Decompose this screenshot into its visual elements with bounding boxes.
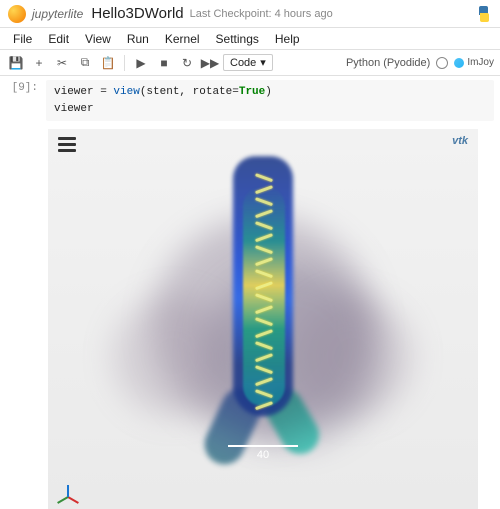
- notebook-header: jupyterlite Hello3DWorld Last Checkpoint…: [0, 0, 500, 28]
- itk-viewer[interactable]: vtk 40: [48, 129, 478, 509]
- imjoy-badge[interactable]: ImJoy: [454, 57, 494, 68]
- copy-button[interactable]: ⧉: [75, 53, 95, 73]
- cut-icon: ✂: [57, 56, 67, 70]
- paste-icon: 📋: [101, 56, 116, 70]
- brand-text: jupyterlite: [32, 7, 83, 21]
- cell-type-label: Code: [230, 57, 256, 69]
- cell-type-select[interactable]: Code ▾: [223, 54, 273, 71]
- copy-icon: ⧉: [81, 55, 90, 70]
- checkpoint-text: Last Checkpoint: 4 hours ago: [190, 8, 333, 20]
- menu-kernel[interactable]: Kernel: [158, 30, 207, 48]
- jupyter-logo-icon: [8, 5, 26, 23]
- imjoy-icon: [454, 58, 464, 68]
- python-icon: [476, 6, 492, 22]
- orientation-axes[interactable]: [54, 477, 80, 503]
- axis-y-icon: [57, 496, 68, 504]
- scale-bar: 40: [228, 445, 298, 461]
- scale-bar-line: [228, 445, 298, 447]
- axis-z-icon: [67, 485, 69, 497]
- stop-icon: ■: [160, 56, 167, 70]
- kernel-name[interactable]: Python (Pyodide): [346, 57, 430, 69]
- menu-bar: File Edit View Run Kernel Settings Help: [0, 28, 500, 50]
- chevron-down-icon: ▾: [260, 56, 266, 69]
- cell-prompt: [9]:: [6, 80, 46, 121]
- menu-settings[interactable]: Settings: [209, 30, 266, 48]
- menu-edit[interactable]: Edit: [41, 30, 76, 48]
- toolbar-separator: [124, 55, 125, 71]
- fast-forward-icon: ▶▶: [201, 56, 219, 70]
- run-button[interactable]: ▶: [131, 53, 151, 73]
- restart-button[interactable]: ↻: [177, 53, 197, 73]
- imjoy-label: ImJoy: [467, 57, 494, 68]
- cut-button[interactable]: ✂: [52, 53, 72, 73]
- restart-icon: ↻: [182, 56, 192, 70]
- axis-x-icon: [68, 496, 79, 504]
- menu-run[interactable]: Run: [120, 30, 156, 48]
- run-icon: ▶: [136, 56, 145, 70]
- cell-output: vtk 40: [48, 129, 490, 509]
- toolbar: 💾 + ✂ ⧉ 📋 ▶ ■ ↻ ▶▶ Code ▾ Python (Pyodid…: [0, 50, 500, 76]
- notebook-title[interactable]: Hello3DWorld: [91, 5, 183, 22]
- kernel-status-icon[interactable]: [436, 57, 448, 69]
- scale-bar-value: 40: [228, 449, 298, 461]
- vtk-logo: vtk: [452, 135, 468, 147]
- volume-render[interactable]: [113, 146, 413, 466]
- menu-view[interactable]: View: [78, 30, 118, 48]
- viewer-menu-button[interactable]: [58, 137, 76, 151]
- restart-run-all-button[interactable]: ▶▶: [200, 53, 220, 73]
- stent-mesh: [255, 176, 273, 416]
- save-button[interactable]: 💾: [6, 53, 26, 73]
- menu-file[interactable]: File: [6, 30, 39, 48]
- code-editor[interactable]: viewer = view(stent, rotate=True) viewer: [46, 80, 494, 121]
- add-cell-button[interactable]: +: [29, 53, 49, 73]
- code-cell[interactable]: [9]: viewer = view(stent, rotate=True) v…: [0, 76, 500, 127]
- hamburger-icon: [58, 137, 76, 140]
- paste-button[interactable]: 📋: [98, 53, 118, 73]
- plus-icon: +: [35, 56, 42, 70]
- stop-button[interactable]: ■: [154, 53, 174, 73]
- menu-help[interactable]: Help: [268, 30, 307, 48]
- save-icon: 💾: [9, 56, 24, 70]
